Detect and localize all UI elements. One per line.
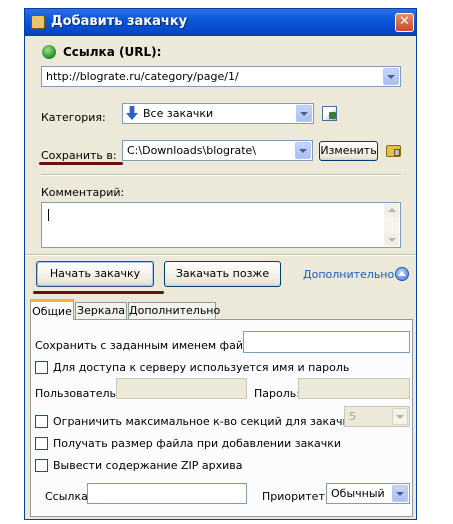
user-label: Пользователь: (35, 387, 120, 400)
save-to-underline (39, 162, 123, 165)
limit-sections-checkbox[interactable] (35, 415, 48, 428)
globe-icon (42, 45, 56, 59)
url-label: Ссылка (URL): (63, 45, 162, 59)
sections-dropdown-arrow[interactable] (392, 408, 408, 425)
referer-label: Ссылка: (45, 490, 92, 503)
zip-content-checkbox[interactable] (35, 459, 48, 472)
url-combobox[interactable]: http://blograte.ru/category/page/1/ (41, 66, 401, 87)
title-bar: Добавить закачку ✕ (25, 9, 416, 36)
change-folder-button[interactable]: Изменить (319, 141, 378, 161)
save-to-label: Сохранить в: (41, 149, 117, 162)
auth-checkbox-label: Для доступа к серверу используется имя и… (53, 361, 350, 374)
tab-general[interactable]: Общие (30, 299, 74, 320)
expand-up-icon[interactable] (395, 267, 409, 281)
priority-label: Приоритет: (262, 490, 329, 503)
comment-label: Комментарий: (41, 186, 125, 199)
app-icon (31, 15, 45, 29)
user-input[interactable] (116, 378, 247, 399)
sections-combobox[interactable]: 5 (344, 406, 410, 427)
tab-mirrors[interactable]: Зеркала (75, 302, 127, 319)
category-value: Все закачки (143, 107, 214, 120)
url-dropdown-arrow[interactable] (383, 68, 399, 85)
start-download-button[interactable]: Начать закачку (36, 261, 154, 287)
zip-content-label: Вывести содержание ZIP архива (53, 459, 243, 472)
comment-scrollbar[interactable] (384, 204, 399, 246)
sections-value: 5 (349, 410, 356, 423)
folder-lock-icon[interactable] (386, 145, 401, 157)
download-arrow-icon (126, 106, 138, 120)
comment-textarea[interactable] (41, 202, 401, 248)
category-label: Категория: (41, 111, 106, 124)
get-size-checkbox[interactable] (35, 437, 48, 450)
separator-2 (25, 254, 416, 256)
save-as-label: Сохранить с заданным именем файла: (35, 339, 261, 352)
window-title: Добавить закачку (51, 14, 188, 29)
save-path-dropdown-arrow[interactable] (295, 142, 311, 159)
add-download-dialog: Добавить закачку ✕ Ссылка (URL): http://… (24, 8, 417, 520)
category-combobox[interactable]: Все закачки (122, 103, 314, 124)
priority-combobox[interactable]: Обычный (326, 483, 410, 504)
tab-advanced[interactable]: Дополнительно (128, 302, 220, 319)
password-label: Пароль: (254, 387, 300, 400)
start-button-underline (33, 291, 164, 294)
referer-input[interactable] (87, 483, 247, 504)
close-button[interactable]: ✕ (395, 13, 414, 32)
save-path-combobox[interactable]: C:\Downloads\blograte\ (122, 140, 313, 161)
password-input[interactable] (298, 378, 410, 399)
category-dropdown-arrow[interactable] (296, 105, 312, 122)
get-size-label: Получать размер файла при добавлении зак… (53, 437, 342, 450)
limit-sections-label: Ограничить максимальное к-во секций для … (53, 415, 357, 428)
priority-value: Обычный (331, 487, 385, 500)
auth-checkbox[interactable] (35, 361, 48, 374)
priority-dropdown-arrow[interactable] (392, 485, 408, 502)
save-path-value: C:\Downloads\blograte\ (127, 144, 257, 157)
text-cursor (48, 209, 49, 221)
url-value: http://blograte.ru/category/page/1/ (46, 70, 239, 83)
save-as-input[interactable] (243, 331, 410, 353)
download-later-button[interactable]: Закачать позже (164, 261, 281, 287)
category-settings-icon[interactable] (322, 106, 337, 121)
more-options-link[interactable]: Дополнительно (303, 268, 394, 281)
separator-1 (41, 174, 401, 176)
